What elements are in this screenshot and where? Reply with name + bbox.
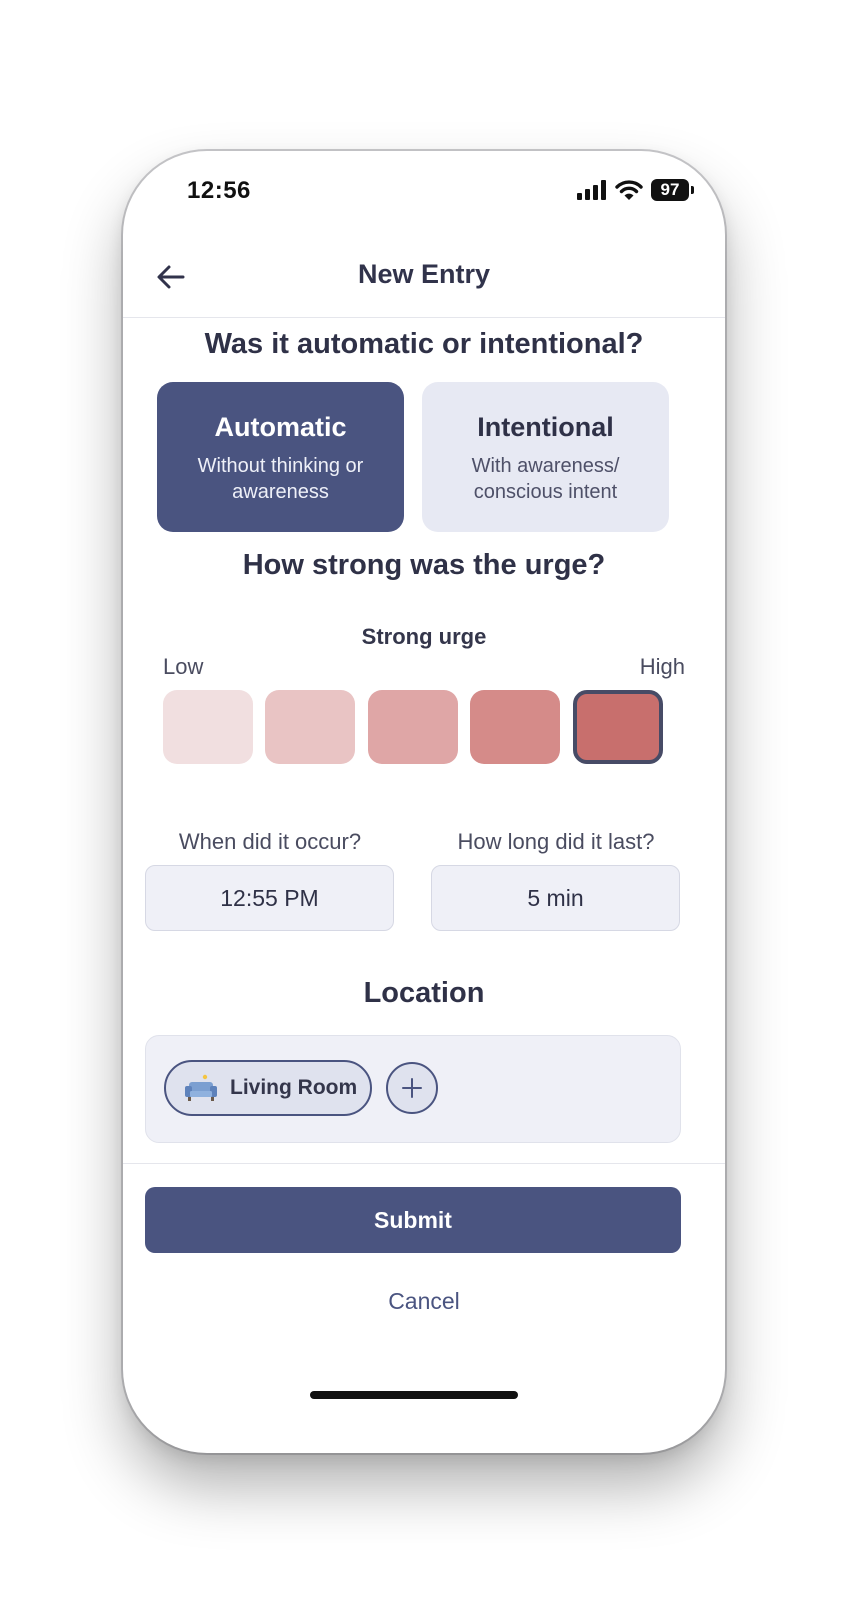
signal-icon bbox=[577, 180, 606, 200]
intentional-option-title: Intentional bbox=[477, 412, 614, 442]
intentional-option-description: With awareness/ conscious intent bbox=[471, 455, 620, 503]
urge-question-title: How strong was the urge? bbox=[242, 549, 606, 581]
urge-level-1[interactable] bbox=[163, 690, 253, 764]
footer-divider bbox=[123, 1163, 725, 1164]
status-bar: 12:56 97 bbox=[123, 151, 725, 231]
add-location-button[interactable] bbox=[386, 1062, 438, 1114]
home-indicator bbox=[310, 1391, 518, 1399]
page-title: New Entry bbox=[357, 259, 491, 289]
automatic-option-title: Automatic bbox=[214, 412, 347, 442]
plus-icon bbox=[402, 1078, 422, 1098]
location-list: Living Room bbox=[145, 1035, 681, 1143]
cancel-button[interactable]: Cancel bbox=[123, 1288, 725, 1315]
couch-icon bbox=[185, 1074, 217, 1101]
urge-low-label: Low bbox=[163, 654, 204, 679]
phone-screen: 12:56 97 New Entry Was it automatic or i… bbox=[123, 151, 725, 1453]
status-icons: 97 bbox=[577, 178, 694, 202]
type-question-title: Was it automatic or intentional? bbox=[204, 328, 644, 360]
battery-icon: 97 bbox=[651, 179, 694, 201]
urge-level-4[interactable] bbox=[470, 690, 560, 764]
urge-level-3[interactable] bbox=[368, 690, 458, 764]
automatic-option-description: Without thinking or awareness bbox=[197, 455, 364, 503]
header: New Entry bbox=[123, 237, 725, 318]
when-label: When did it occur? bbox=[178, 829, 362, 854]
urge-current-label: Strong urge bbox=[361, 624, 487, 649]
urge-level-2[interactable] bbox=[265, 690, 355, 764]
intentional-option[interactable]: Intentional With awareness/ conscious in… bbox=[422, 382, 669, 532]
urge-level-5[interactable] bbox=[573, 690, 663, 764]
location-chip-living-room[interactable]: Living Room bbox=[164, 1060, 372, 1116]
urge-high-label: High bbox=[639, 654, 685, 679]
automatic-option[interactable]: Automatic Without thinking or awareness bbox=[157, 382, 404, 532]
location-title: Location bbox=[363, 977, 485, 1009]
submit-button[interactable]: Submit bbox=[145, 1187, 681, 1253]
time-picker[interactable]: 12:55 PM bbox=[145, 865, 394, 931]
wifi-icon bbox=[615, 180, 643, 200]
location-chip-label: Living Room bbox=[230, 1076, 358, 1099]
duration-label: How long did it last? bbox=[457, 829, 655, 854]
status-time: 12:56 bbox=[187, 177, 251, 204]
duration-picker[interactable]: 5 min bbox=[431, 865, 680, 931]
